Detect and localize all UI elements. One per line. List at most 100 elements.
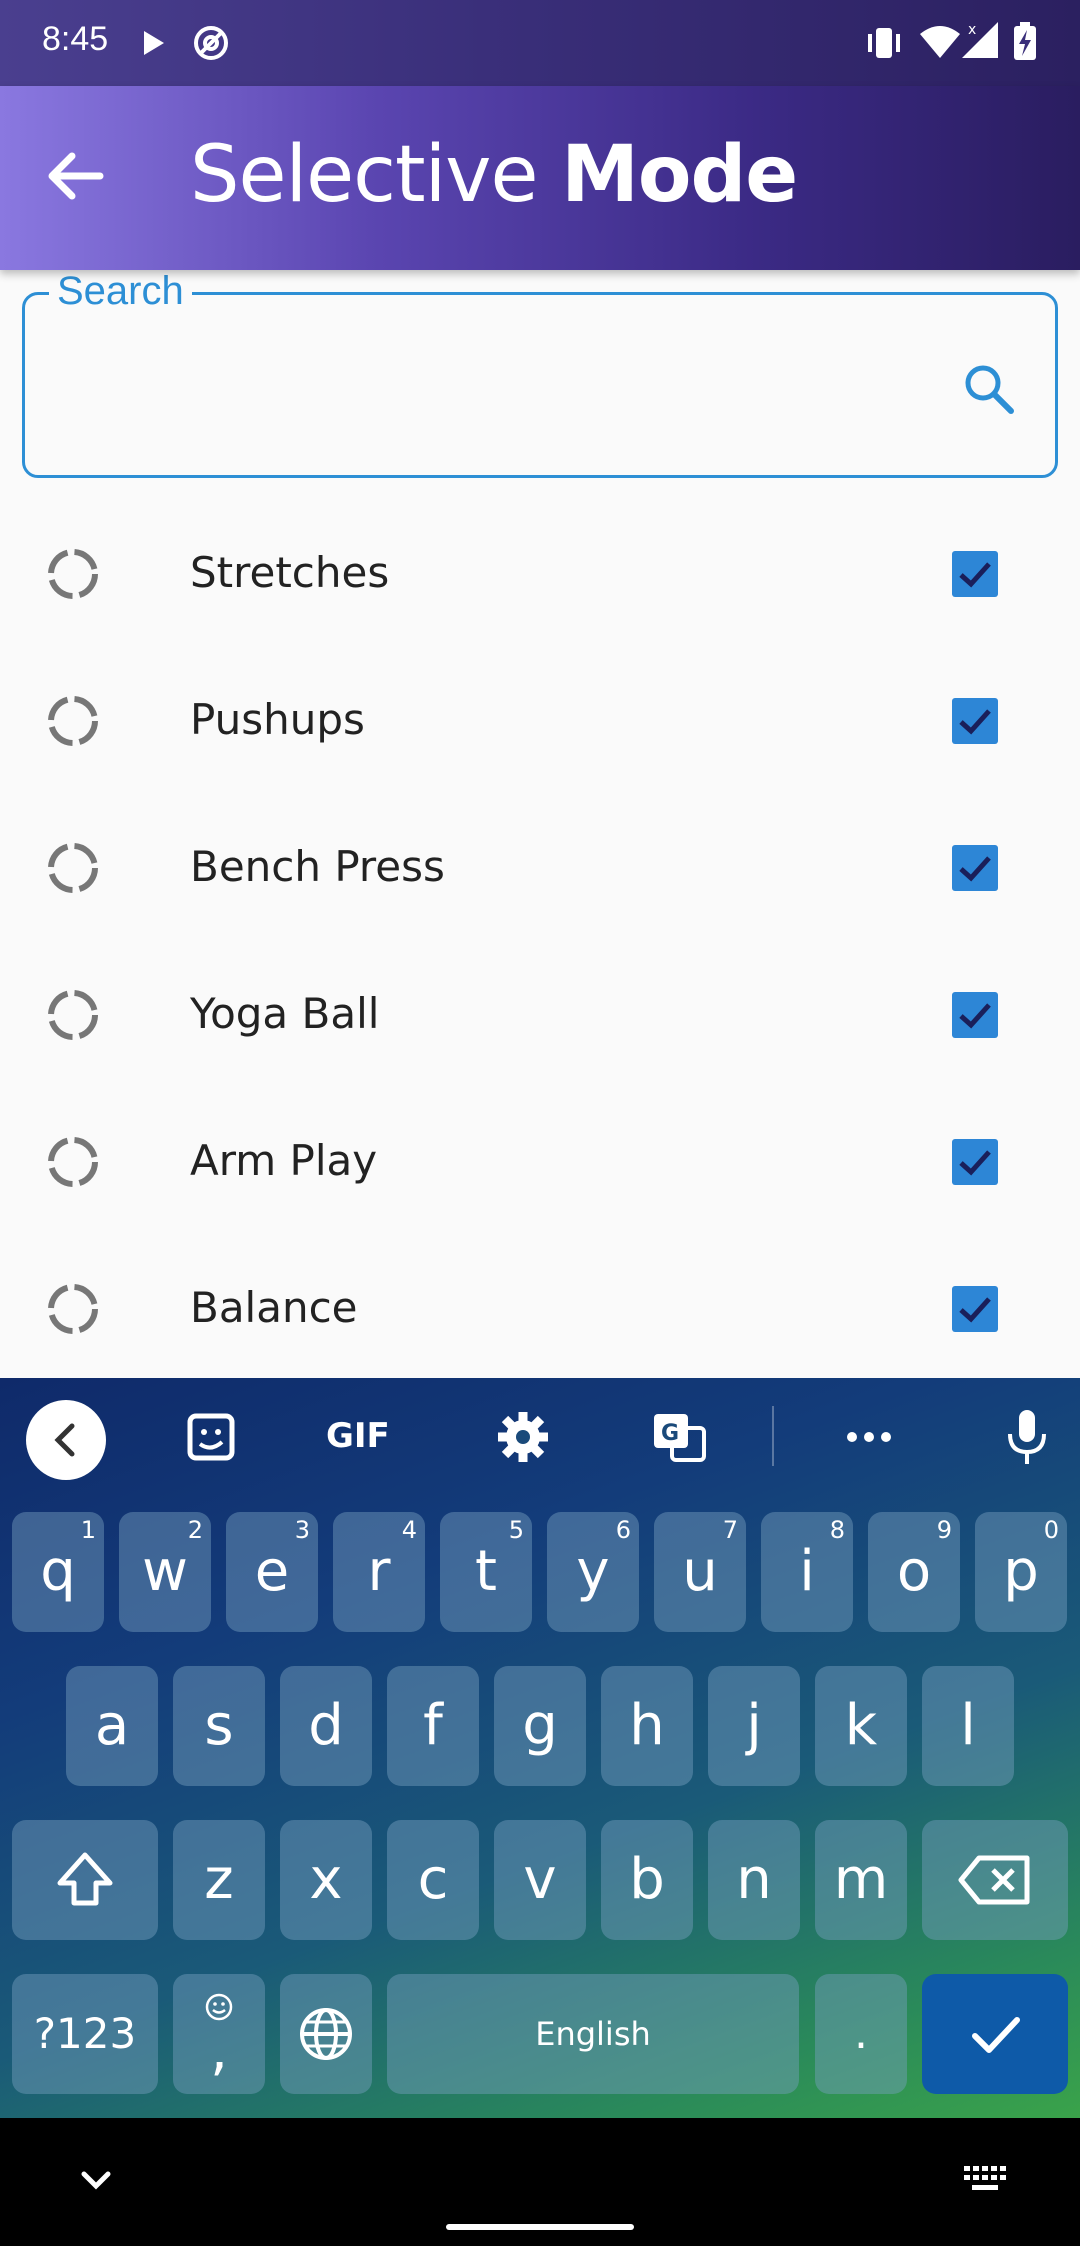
exercise-list: Stretches Pushups Bench Press Yoga Ball … [0,500,1080,1382]
key-k[interactable]: k [815,1666,907,1786]
key-letter: o [896,1539,932,1604]
keyboard-switch-icon[interactable] [962,2164,1008,2196]
list-item[interactable]: Yoga Ball [0,941,1080,1088]
key-d[interactable]: d [280,1666,372,1786]
key-hint: 1 [80,1516,96,1544]
checkmark-icon [959,856,991,882]
wifi-icon [920,26,960,58]
list-item[interactable]: Bench Press [0,794,1080,941]
backspace-icon [958,1855,1030,1905]
key-t[interactable]: t5 [440,1512,532,1632]
home-gesture-pill[interactable] [446,2224,634,2230]
key-n[interactable]: n [708,1820,800,1940]
checkmark-icon [959,1150,991,1176]
key-u[interactable]: u7 [654,1512,746,1632]
key-p[interactable]: p0 [975,1512,1067,1632]
more-options-icon[interactable] [834,1402,904,1472]
key-m[interactable]: m [815,1820,907,1940]
checkbox[interactable] [952,845,998,891]
key-letter: w [142,1539,188,1604]
key-o[interactable]: o9 [868,1512,960,1632]
key-letter: u [682,1539,718,1604]
checkbox[interactable] [952,698,998,744]
key-i[interactable]: i8 [761,1512,853,1632]
list-item[interactable]: Pushups [0,647,1080,794]
globe-icon [300,2008,352,2060]
key-hint: 5 [508,1516,524,1544]
key-l[interactable]: l [922,1666,1014,1786]
play-icon [144,31,164,55]
svg-text:x: x [968,22,976,38]
checkbox[interactable] [952,992,998,1038]
hide-keyboard-chevron-icon[interactable] [76,2166,116,2194]
loading-spinner-icon [48,1137,98,1187]
checkbox[interactable] [952,1286,998,1332]
key-r[interactable]: r4 [333,1512,425,1632]
search-label: Search [49,269,192,314]
key-letter: i [799,1539,815,1604]
symbols-key[interactable]: ?123 [12,1974,158,2094]
gif-button[interactable]: GIF [326,1416,406,1486]
checkbox[interactable] [952,551,998,597]
key-letter: p [1003,1539,1039,1604]
sticker-icon[interactable] [176,1402,246,1472]
checkbox[interactable] [952,1139,998,1185]
chevron-left-icon [54,1423,75,1457]
key-c[interactable]: c [387,1820,479,1940]
key-h[interactable]: h [601,1666,693,1786]
microphone-icon[interactable] [992,1402,1062,1472]
backspace-key[interactable] [922,1820,1068,1940]
key-hint: 9 [936,1516,952,1544]
key-x[interactable]: x [280,1820,372,1940]
translate-icon[interactable]: G [644,1402,714,1472]
loading-spinner-icon [48,990,98,1040]
key-q[interactable]: q1 [12,1512,104,1632]
search-icon[interactable] [959,359,1019,419]
key-b[interactable]: b [601,1820,693,1940]
list-item[interactable]: Balance [0,1235,1080,1382]
key-g[interactable]: g [494,1666,586,1786]
signal-icon: x [962,22,998,58]
key-f[interactable]: f [387,1666,479,1786]
key-j[interactable]: j [708,1666,800,1786]
spacebar[interactable]: English [387,1974,799,2094]
do-not-disturb-icon [194,26,228,60]
toolbar-collapse-button[interactable] [26,1400,106,1480]
checkmark-icon [959,1003,991,1029]
navigation-bar [0,2118,1080,2246]
key-s[interactable]: s [173,1666,265,1786]
settings-gear-icon[interactable] [488,1402,558,1472]
emoji-comma-key[interactable]: , [173,1974,265,2094]
key-a[interactable]: a [66,1666,158,1786]
key-hint: 3 [294,1516,310,1544]
key-z[interactable]: z [173,1820,265,1940]
search-input[interactable] [49,355,949,435]
list-item-label: Stretches [190,548,390,597]
key-letter: r [367,1539,391,1604]
back-arrow-icon[interactable] [36,138,112,214]
key-v[interactable]: v [494,1820,586,1940]
key-hint: 8 [829,1516,845,1544]
key-e[interactable]: e3 [226,1512,318,1632]
comma-label: , [210,2018,228,2083]
loading-spinner-icon [48,696,98,746]
language-key[interactable] [280,1974,372,2094]
list-item-label: Balance [190,1283,358,1332]
list-item[interactable]: Arm Play [0,1088,1080,1235]
list-item-label: Arm Play [190,1136,378,1185]
key-hint: 6 [615,1516,631,1544]
loading-spinner-icon [48,549,98,599]
page-title-light: Selective [190,130,562,220]
shift-key[interactable] [12,1820,158,1940]
search-field[interactable]: Search [22,269,1058,478]
key-y[interactable]: y6 [547,1512,639,1632]
list-item[interactable]: Stretches [0,500,1080,647]
key-hint: 7 [722,1516,738,1544]
period-key[interactable]: . [815,1974,907,2094]
key-hint: 4 [401,1516,417,1544]
enter-key[interactable] [922,1974,1068,2094]
key-hint: 2 [187,1516,203,1544]
key-w[interactable]: w2 [119,1512,211,1632]
key-letter: q [40,1539,76,1604]
loading-spinner-icon [48,1284,98,1334]
